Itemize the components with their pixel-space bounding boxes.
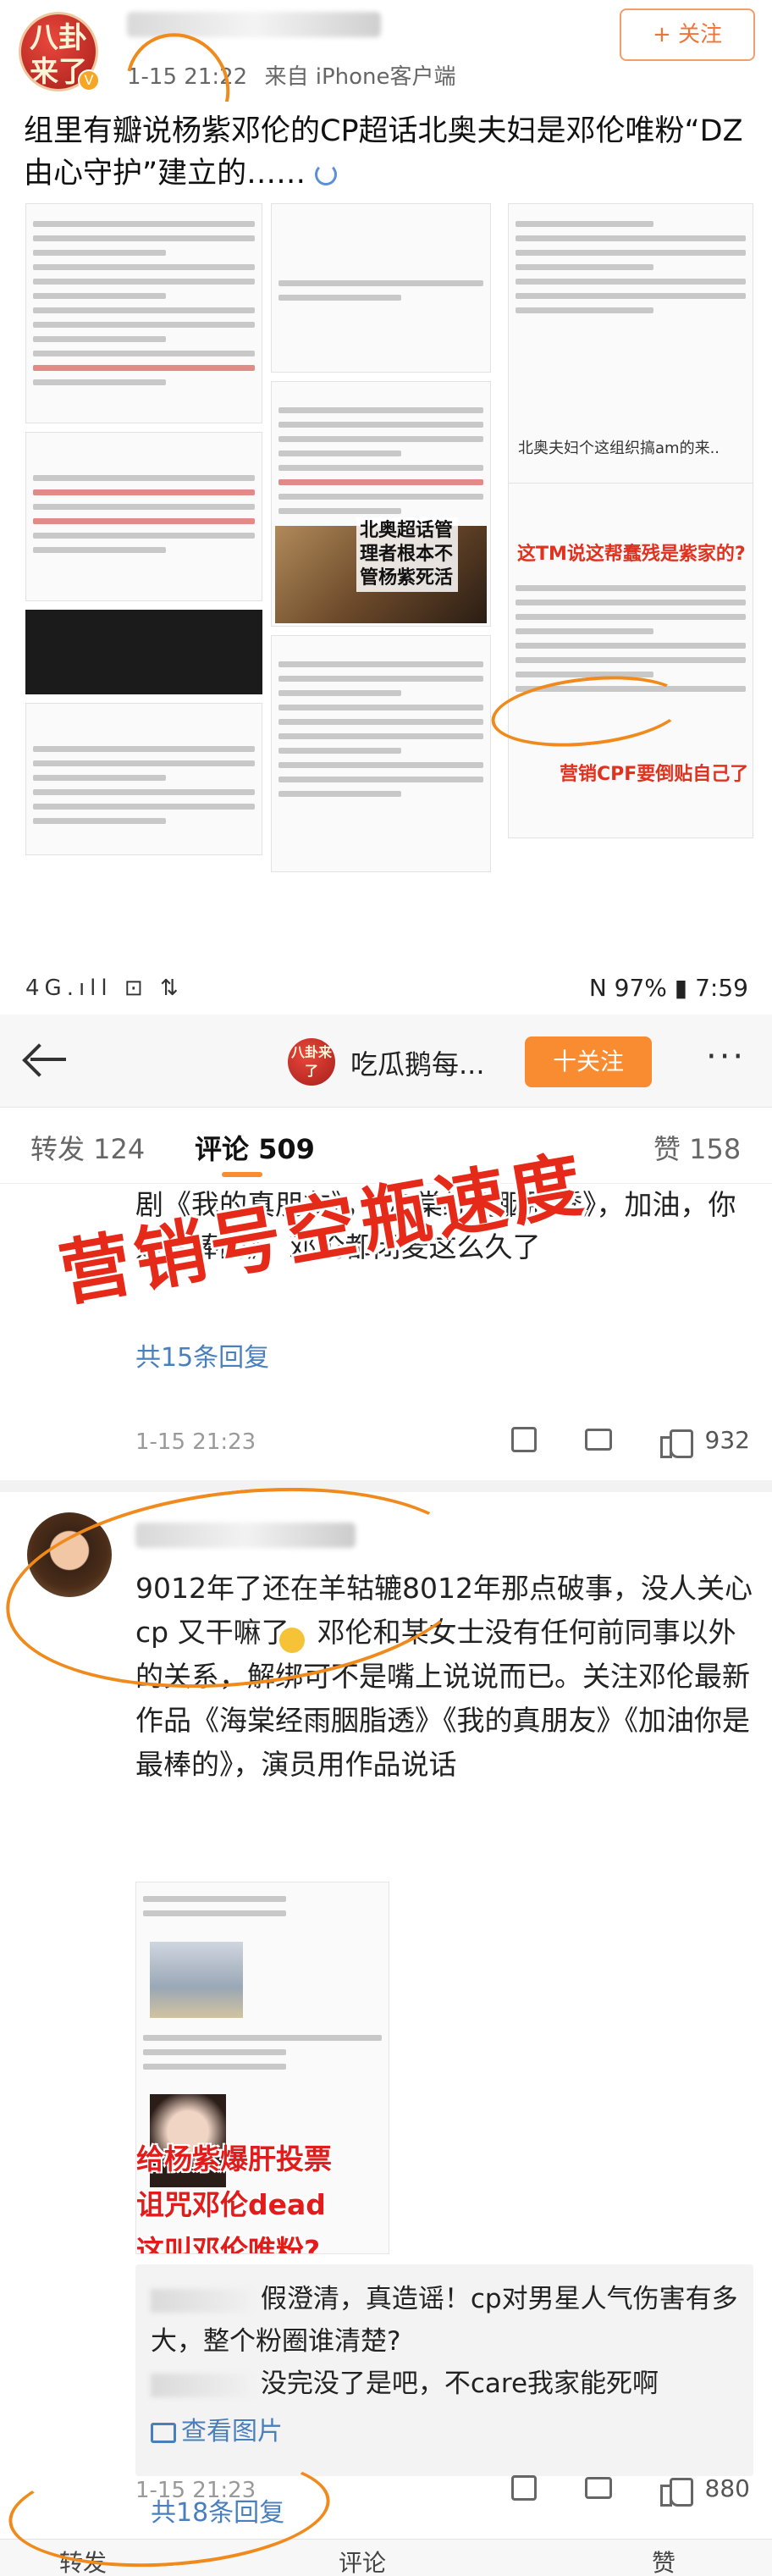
- collage-caption: 北奥超话管理者根本不管杨紫死活: [356, 517, 458, 592]
- like-icon: [659, 1428, 693, 1458]
- blurred-username: [151, 2288, 252, 2313]
- nav-avatar[interactable]: 八卦来了: [288, 1038, 335, 1086]
- like-count: 932: [704, 1426, 750, 1455]
- post-body: 组里有瓣说杨紫邓伦的CP超话北奥夫妇是邓伦唯粉“DZ由心守护”建立的…… 北奥超…: [0, 102, 772, 965]
- reply-line: 假澄清，真造谣！cp对男星人气伤害有多大，整个粉圈谁清楚?: [151, 2278, 743, 2363]
- blurred-username: [151, 2373, 252, 2397]
- comment-icon[interactable]: [584, 1429, 612, 1451]
- more-icon[interactable]: ···: [706, 1040, 746, 1074]
- post-header: 八卦来了 V 1-15 21:22 来自 iPhone客户端 + 关注: [0, 0, 772, 161]
- phone-status-bar: 4G.ıll ⊡ ⇅ N 97% ▮ 7:59: [0, 965, 772, 1014]
- collage-note: 营销CPF要倒贴自己了: [560, 764, 749, 785]
- view-replies-link[interactable]: 共15条回复: [135, 1336, 269, 1374]
- post-text-content: 组里有瓣说杨紫邓伦的CP超话北奥夫妇是邓伦唯粉“DZ由心守护”建立的……: [24, 114, 743, 191]
- view-image-link[interactable]: 查看图片: [151, 2410, 283, 2447]
- status-battery-time: N 97% ▮ 7:59: [588, 974, 748, 1002]
- tab-comment[interactable]: 评论 509: [195, 1128, 315, 1167]
- bottom-comment-button[interactable]: 评论: [339, 2545, 386, 2576]
- collage-shot: [271, 203, 491, 373]
- comment-time: 1-15 21:23: [135, 1429, 256, 1455]
- collage-shot: 北奥超话管理者根本不管杨紫死活: [271, 381, 491, 627]
- nav-bar: 八卦来了 吃瓜鹅每... 十关注 ···: [0, 1014, 772, 1108]
- comment-icon[interactable]: [584, 2477, 612, 2499]
- thumbnail-image: [150, 1942, 243, 2018]
- follow-button-nav[interactable]: 十关注: [525, 1036, 652, 1087]
- verified-badge-icon: V: [78, 69, 100, 91]
- screenshot-collage[interactable]: 北奥超话管理者根本不管杨紫死活: [25, 203, 499, 948]
- like-count: 880: [704, 2474, 750, 2503]
- collage-shot: [25, 432, 262, 601]
- nav-title[interactable]: 吃瓜鹅每...: [350, 1043, 485, 1082]
- post-source: 来自 iPhone客户端: [264, 64, 456, 90]
- tab-repost[interactable]: 转发 124: [30, 1128, 145, 1167]
- status-icons: 4G.ıll ⊡ ⇅: [25, 976, 184, 1001]
- collage-note: 北奥夫妇个这组织搞am的来..: [518, 439, 720, 457]
- collage-shot-right: 这TM说这帮蠢残是紫家的? 营销CPF要倒贴自己了: [508, 483, 753, 838]
- collage-shot: [271, 635, 491, 872]
- collage-note: 这TM说这帮蠢残是紫家的?: [517, 544, 746, 565]
- collage-shot: [25, 203, 262, 423]
- like-action[interactable]: 880: [659, 2474, 750, 2507]
- picture-icon: [151, 2422, 176, 2443]
- image-overlay-text: 给杨紫爆肝投票 诅咒邓伦dead 这叫邓伦唯粉?: [136, 2137, 389, 2254]
- reply-line: 没完没了是吧，不care我家能死啊: [151, 2363, 743, 2405]
- share-icon[interactable]: [510, 2475, 537, 2501]
- comment-list: 剧《我的真朋友》，《海棠经雨胭脂透》，加油，你是最棒的》，邓伦都闭麦这么久了 共…: [0, 1184, 772, 2539]
- like-icon: [659, 2476, 693, 2507]
- comment-divider: [0, 1480, 772, 1492]
- loading-icon: [315, 163, 338, 185]
- comment-image[interactable]: 给杨紫爆肝投票 诅咒邓伦dead 这叫邓伦唯粉?: [135, 1882, 389, 2254]
- bottom-like-button[interactable]: 赞: [652, 2545, 676, 2576]
- overlay-line: 给杨紫爆肝投票: [136, 2142, 332, 2175]
- comment-actions: 880: [471, 2473, 750, 2507]
- overlay-line: 这叫邓伦唯粉?: [136, 2234, 321, 2254]
- follow-button[interactable]: + 关注: [620, 8, 755, 61]
- collage-shot: [25, 703, 262, 855]
- collage-video-thumbnail: [25, 610, 262, 694]
- reply-text: 没完没了是吧，不care我家能死啊: [260, 2369, 659, 2399]
- share-icon[interactable]: [510, 1427, 537, 1452]
- view-image-label: 查看图片: [181, 2417, 283, 2446]
- overlay-line: 诅咒邓伦dead: [136, 2188, 326, 2221]
- reply-preview-box[interactable]: 假澄清，真造谣！cp对男星人气伤害有多大，整个粉圈谁清楚? 没完没了是吧，不ca…: [135, 2264, 753, 2476]
- back-arrow-icon[interactable]: [24, 1045, 66, 1075]
- tab-active-indicator: [222, 1172, 262, 1177]
- like-action[interactable]: 932: [659, 1425, 750, 1458]
- post-text: 组里有瓣说杨紫邓伦的CP超话北奥夫妇是邓伦唯粉“DZ由心守护”建立的……: [24, 110, 752, 195]
- comment-actions: 932: [471, 1424, 750, 1458]
